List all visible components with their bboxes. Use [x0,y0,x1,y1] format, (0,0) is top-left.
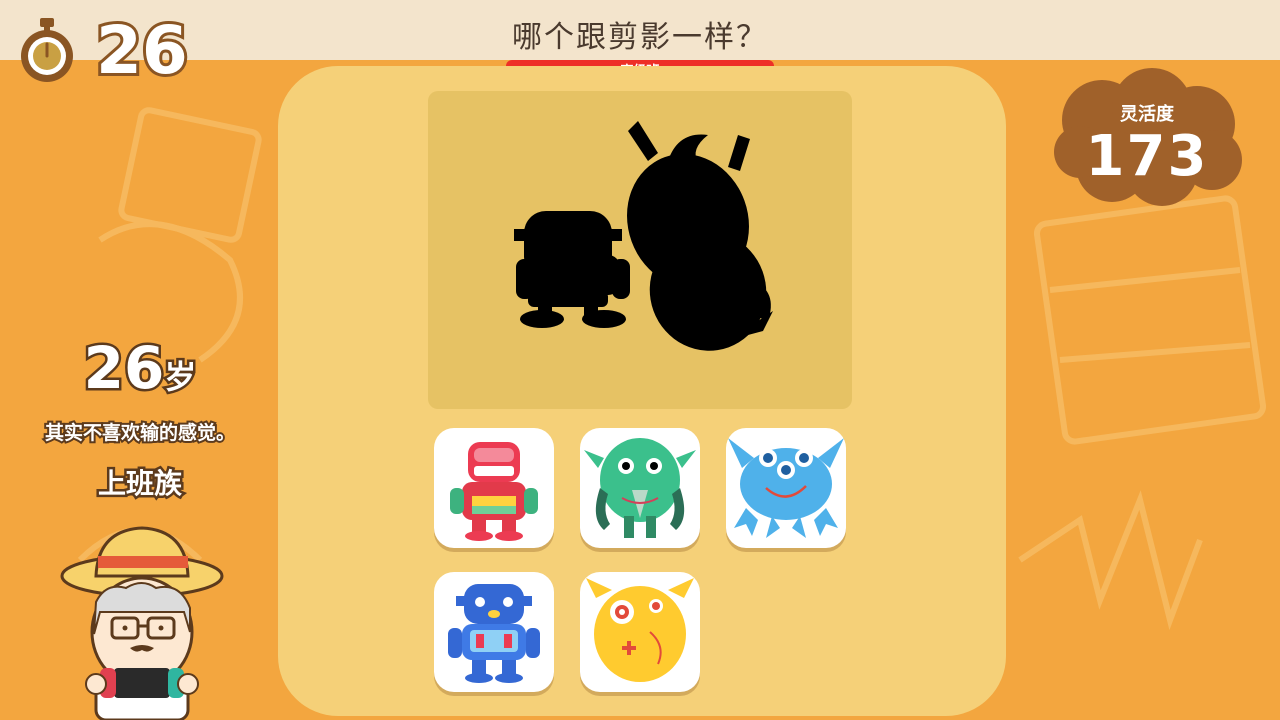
red-robot-icon [450,442,538,541]
agility-value: 173 [1085,124,1209,189]
player-comment: 其实不喜欢输的感觉。 [43,420,237,446]
agility-label: 灵活度 [1120,104,1174,125]
player-age: 26岁 [60,332,220,405]
choice-card-2[interactable] [580,428,700,548]
blue-three-eyed-monster-icon [728,438,844,538]
age-unit: 岁 [162,356,199,399]
choice-card-5[interactable] [580,572,700,692]
question-title: 哪个跟剪影一样？ [512,20,768,55]
silhouette-area [428,91,852,409]
blue-robot-icon [448,584,540,683]
choice-card-4[interactable] [434,572,554,692]
choice-card-3[interactable] [726,428,846,548]
player-title: 上班族 [95,465,184,503]
silhouette-image [514,121,773,351]
yellow-monster-icon [586,578,694,682]
age-value: 26 [81,332,167,405]
player-avatar [60,526,224,720]
green-monster-icon [584,438,696,538]
choice-card-1[interactable] [434,428,554,548]
agility-stat: 灵活度 173 [1052,68,1242,208]
